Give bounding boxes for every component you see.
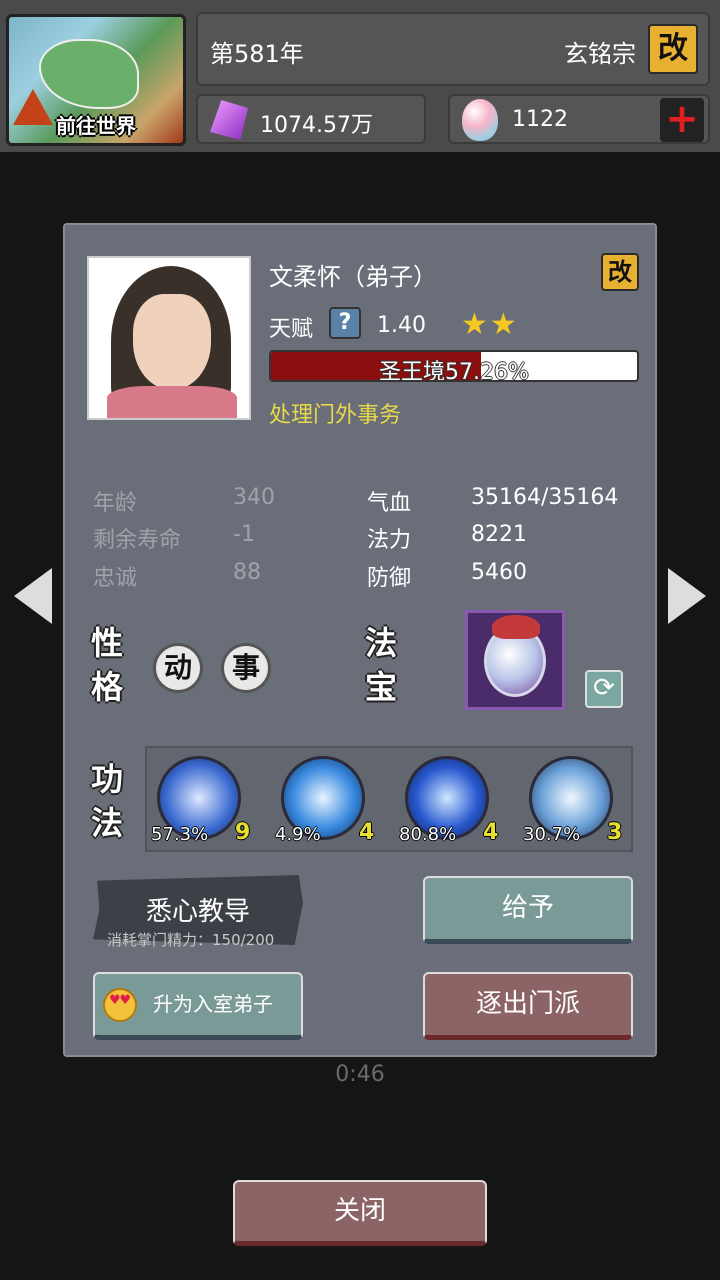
sect-name: 玄铭宗 — [564, 40, 636, 68]
artifact-title: 法宝 — [365, 624, 398, 706]
crystal-icon — [210, 100, 248, 140]
rename-disciple-button[interactable]: 改 — [601, 253, 639, 291]
world-map-label: 前往世界 — [56, 114, 136, 138]
talent-label: 天赋 — [269, 317, 314, 342]
promote-button[interactable]: 升为入室弟子 — [93, 972, 303, 1040]
skill-level: 9 — [235, 820, 251, 845]
gem-amount: 1122 — [512, 107, 568, 132]
disciple-name: 文柔怀（弟子） — [269, 263, 437, 291]
skill-progress: 30.7% — [523, 824, 581, 845]
add-gems-button[interactable]: + — [660, 98, 704, 142]
talent-value: 1.40 — [377, 313, 426, 338]
skills-title: 功法 — [91, 760, 124, 842]
heart-eyes-icon — [103, 988, 137, 1022]
world-map-button[interactable]: 前往世界 — [6, 14, 186, 146]
mana-label: 法力 — [367, 528, 412, 553]
defense-label: 防御 — [367, 566, 412, 591]
top-bar: 前往世界 第581年 玄铭宗 改 1074.57万 1122 + — [0, 0, 720, 152]
crystal-resource: 1074.57万 — [196, 94, 426, 144]
give-button[interactable]: 给予 — [423, 876, 633, 944]
trait-badge[interactable]: 事 — [221, 643, 271, 693]
current-year: 第581年 — [210, 40, 304, 68]
hp-label: 气血 — [367, 491, 412, 516]
skills-panel: 57.3% 9 4.9% 4 80.8% 4 30.7% 3 — [145, 746, 633, 852]
expel-button[interactable]: 逐出门派 — [423, 972, 633, 1040]
map-island-image — [39, 39, 139, 109]
swap-artifact-button[interactable]: ⟳ — [585, 670, 623, 708]
age-value: 340 — [233, 485, 275, 510]
gem-resource: 1122 + — [448, 94, 710, 144]
personality-title: 性格 — [91, 624, 124, 706]
disciple-detail-dialog: 文柔怀（弟子） 改 天赋 ? 1.40 ★★ 圣王境57.26% 处理门外事务 … — [63, 223, 657, 1057]
age-label: 年龄 — [93, 491, 138, 516]
loyalty-label: 忠诚 — [93, 566, 138, 591]
beast-head-icon — [492, 615, 540, 639]
skill-level: 4 — [359, 820, 375, 845]
talent-stars: ★★ — [461, 307, 519, 342]
previous-disciple-arrow[interactable] — [14, 568, 52, 624]
teach-cost: 消耗掌门精力：150/200 — [107, 931, 275, 949]
talent-help-button[interactable]: ? — [329, 307, 361, 339]
rename-sect-button[interactable]: 改 — [648, 24, 698, 74]
portrait-face — [133, 294, 211, 390]
year-sect-panel: 第581年 玄铭宗 改 — [196, 12, 710, 86]
lifespan-label: 剩余寿命 — [93, 528, 182, 553]
refresh-icon: ⟳ — [593, 673, 615, 703]
lifespan-value: -1 — [233, 522, 255, 547]
teach-label[interactable]: 悉心教导 — [93, 891, 303, 928]
disciple-status: 处理门外事务 — [269, 403, 402, 428]
spirit-egg-icon — [462, 99, 498, 141]
realm-progress-bar: 圣王境57.26% — [269, 350, 639, 382]
promote-label: 升为入室弟子 — [153, 992, 273, 1016]
defense-value: 5460 — [471, 560, 527, 585]
skill-level: 3 — [607, 820, 623, 845]
skill-progress: 4.9% — [275, 824, 321, 845]
skill-progress: 80.8% — [399, 824, 457, 845]
crystal-amount: 1074.57万 — [260, 113, 373, 138]
skill-progress: 57.3% — [151, 824, 209, 845]
close-button[interactable]: 关闭 — [233, 1180, 487, 1246]
loyalty-value: 88 — [233, 560, 261, 585]
background-timer: 0:46 — [335, 1062, 385, 1087]
artifact-slot[interactable] — [465, 610, 565, 710]
disciple-portrait — [87, 256, 251, 420]
realm-progress-text: 圣王境57.26% — [379, 360, 529, 382]
hp-value: 35164/35164 — [471, 485, 619, 510]
mana-value: 8221 — [471, 522, 527, 547]
portrait-robe — [107, 386, 237, 418]
trait-badge[interactable]: 动 — [153, 643, 203, 693]
skill-level: 4 — [483, 820, 499, 845]
next-disciple-arrow[interactable] — [668, 568, 706, 624]
